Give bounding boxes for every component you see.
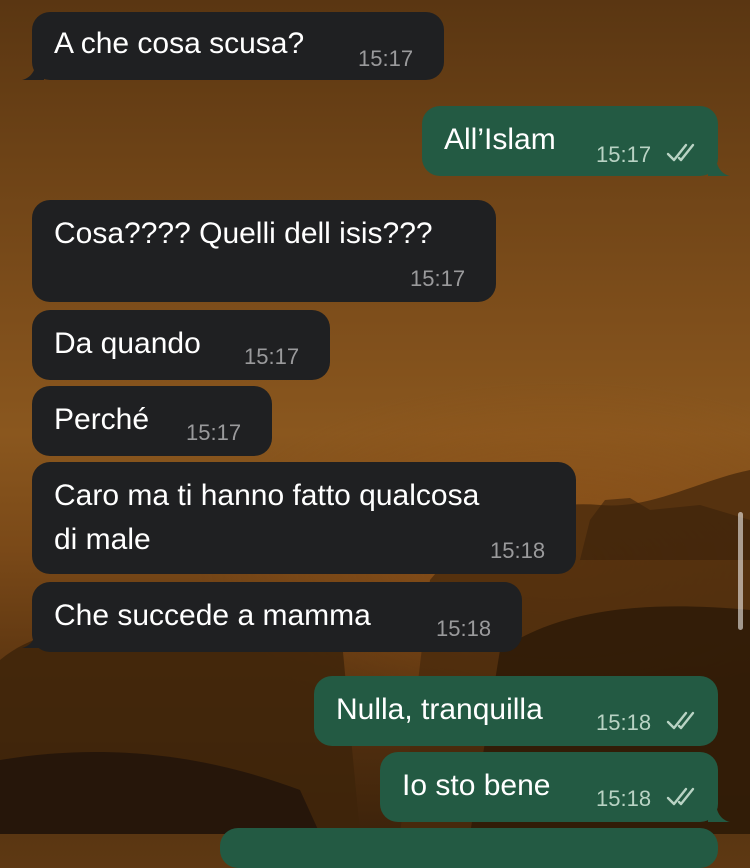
message-outgoing[interactable]: Nulla, tranquilla 15:18 [314,676,718,746]
message-text-line-1: Caro ma ti hanno fatto qualcosa [54,479,480,512]
message-text-line-2: di male [54,523,151,556]
message-text: All’Islam [444,123,556,156]
message-time: 15:18 [596,710,652,735]
message-time: 15:17 [596,142,652,167]
scrollbar[interactable] [738,512,743,630]
message-text: A che cosa scusa? [54,27,305,60]
message-time: 15:17 [244,344,300,369]
message-time: 15:17 [410,266,466,291]
message-text: Che succede a mamma [54,599,371,632]
double-check-icon [666,711,695,730]
double-check-icon [666,143,695,162]
message-text: Cosa???? Quelli dell isis??? [54,217,433,250]
bubble-tail [22,62,44,80]
message-text: Da quando [54,327,201,360]
message-time: 15:18 [596,786,652,811]
bubble-tail [22,630,44,648]
message-time: 15:18 [436,616,492,641]
message-incoming[interactable]: Da quando 15:17 [32,310,330,380]
message-text: Io sto bene [402,769,551,802]
message-time: 15:17 [186,420,242,445]
double-check-icon [666,787,695,806]
message-incoming[interactable]: A che cosa scusa? 15:17 [22,12,444,80]
message-incoming[interactable]: Che succede a mamma 15:18 [22,582,522,652]
message-text: Perché [54,403,150,436]
message-time: 15:18 [490,538,546,563]
bubble-tail [708,804,730,822]
message-outgoing[interactable]: Io sto bene 15:18 [380,752,730,822]
message-incoming[interactable]: Caro ma ti hanno fatto qualcosa di male … [32,462,576,574]
message-incoming[interactable]: Cosa???? Quelli dell isis??? 15:17 [32,200,496,302]
message-text: Nulla, tranquilla [336,693,543,726]
message-incoming[interactable]: Perché 15:17 [32,386,272,456]
message-outgoing[interactable]: All’Islam 15:17 [422,106,730,176]
bubble-tail [708,158,730,176]
message-time: 15:17 [358,46,414,71]
message-outgoing-partial[interactable] [220,828,718,868]
